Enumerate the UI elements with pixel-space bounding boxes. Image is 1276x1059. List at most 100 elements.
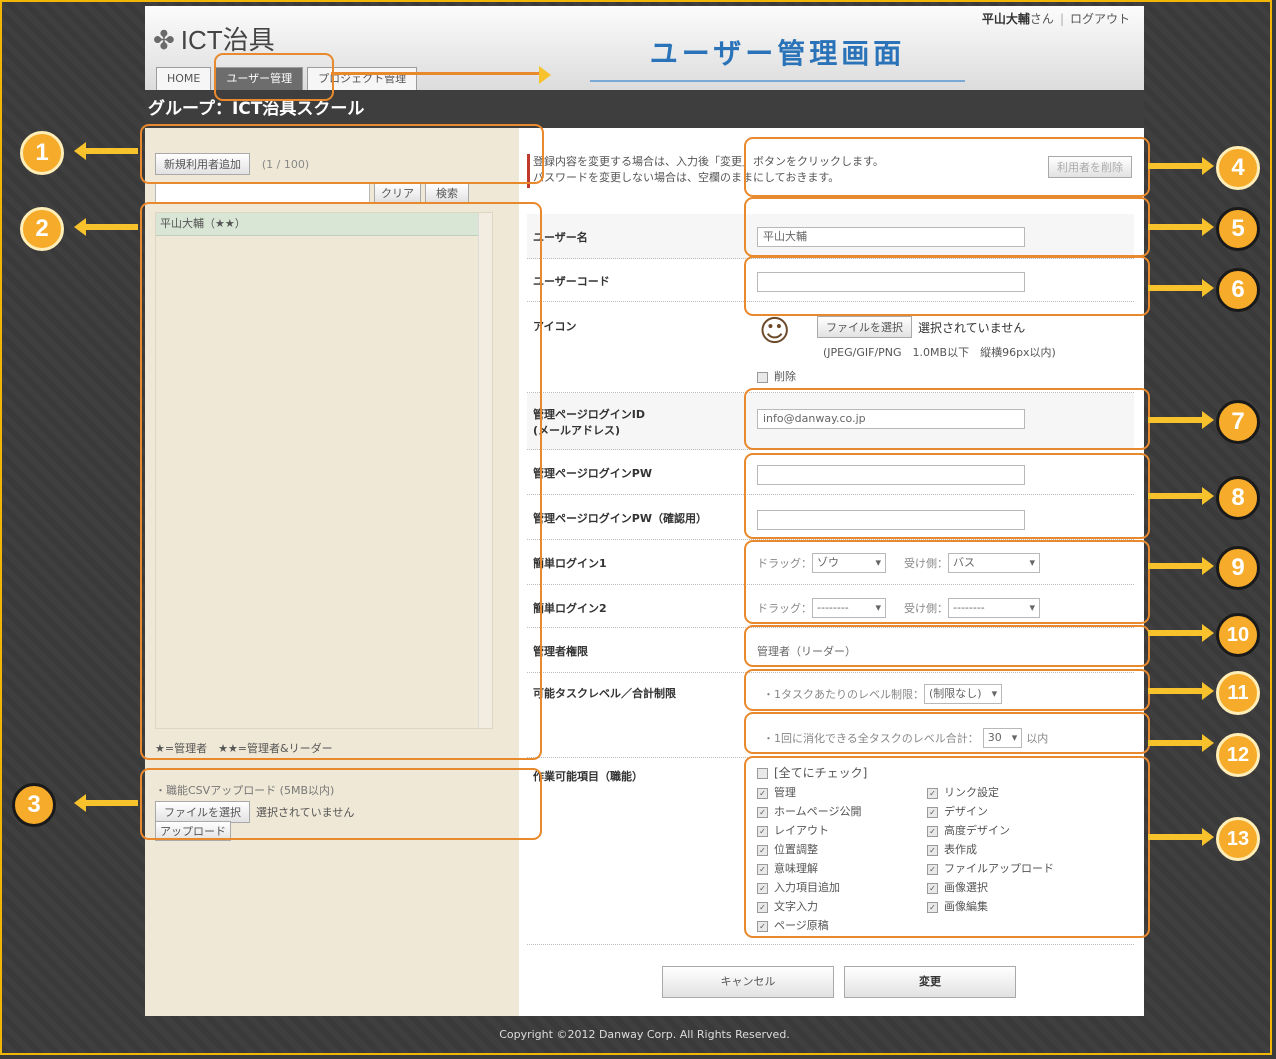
easy2-drag-select[interactable]: -------- ▾ — [812, 598, 886, 618]
footer-copyright: Copyright ©2012 Danway Corp. All Rights … — [499, 1028, 790, 1041]
permission-item[interactable]: ✓ 管理 — [757, 783, 927, 802]
username-input[interactable]: 平山大輔 — [757, 227, 1025, 247]
checkbox-checked-icon[interactable]: ✓ — [757, 863, 768, 875]
login-id-input[interactable]: info@danway.co.jp — [757, 409, 1025, 429]
marker-9: 9 — [1216, 546, 1260, 590]
marker-8: 8 — [1216, 476, 1260, 520]
chevron-down-icon: ▾ — [875, 601, 881, 614]
login-pw-row: 管理ページログインPW — [527, 450, 1134, 495]
add-user-button[interactable]: 新規利用者追加 — [155, 153, 250, 175]
checkbox-checked-icon[interactable]: ✓ — [927, 844, 938, 856]
chevron-down-icon: ▾ — [1011, 731, 1018, 744]
logout-link[interactable]: ログアウト — [1070, 12, 1130, 26]
user-links: 平山大輔さん | ログアウト — [981, 12, 1130, 26]
permission-item[interactable]: ✓ デザイン — [927, 802, 1054, 821]
marker-3: 3 — [12, 783, 56, 827]
permission-item[interactable]: ✓ ファイルアップロード — [927, 859, 1054, 878]
marker-7: 7 — [1216, 400, 1260, 444]
marker-11: 11 — [1216, 671, 1260, 715]
checkbox-checked-icon[interactable]: ✓ — [927, 863, 938, 875]
checkbox-checked-icon[interactable]: ✓ — [757, 882, 768, 894]
checkbox-checked-icon[interactable]: ✓ — [927, 806, 938, 818]
icon-file-status: 選択されていません — [918, 320, 1026, 335]
list-scrollbar[interactable] — [478, 213, 492, 728]
chevron-down-icon: ▾ — [1029, 601, 1035, 614]
admin-role-value: 管理者（リーダー） — [757, 645, 856, 658]
user-list: 平山大輔（★★） — [155, 212, 493, 729]
checkbox-checked-icon[interactable]: ✓ — [927, 787, 938, 799]
csv-upload-label: ・職能CSVアップロード (5MB以内) — [155, 784, 335, 797]
login-pw-confirm-row: 管理ページログインPW（確認用） — [527, 495, 1134, 540]
permission-item[interactable]: ✓ 入力項目追加 — [757, 878, 927, 897]
permission-item[interactable]: ✓ リンク設定 — [927, 783, 1054, 802]
marker-6: 6 — [1216, 268, 1260, 312]
check-all[interactable]: [全てにチェック] — [757, 764, 1054, 783]
easy2-receiver-select[interactable]: -------- ▾ — [948, 598, 1040, 618]
upload-button[interactable]: アップロード — [155, 821, 231, 841]
cancel-button[interactable]: キャンセル — [662, 966, 834, 998]
csv-file-button[interactable]: ファイルを選択 — [155, 801, 250, 823]
permission-item[interactable]: ✓ 文字入力 — [757, 897, 927, 916]
chevron-down-icon: ▾ — [1029, 556, 1035, 569]
group-title: グループ：ICT治具スクール — [145, 90, 1144, 128]
easy1-drag-select[interactable]: ゾウ ▾ — [812, 553, 886, 573]
admin-role-row: 管理者権限 管理者（リーダー） — [527, 628, 1134, 673]
permission-item[interactable]: ✓ 画像選択 — [927, 878, 1054, 897]
clear-button[interactable]: クリア — [374, 183, 421, 203]
permission-item[interactable]: ✓ 意味理解 — [757, 859, 927, 878]
usercode-input[interactable] — [757, 272, 1025, 292]
search-button[interactable]: 検索 — [425, 183, 469, 203]
permission-item[interactable]: ✓ 高度デザイン — [927, 821, 1054, 840]
checkbox-checked-icon[interactable]: ✓ — [927, 901, 938, 913]
permissions-row: 作業可能項目（職能） [全てにチェック] ✓ 管理 ✓ ホームページ公開 ✓ レイアウ… — [527, 758, 1134, 945]
logo[interactable]: ✤ ICT治具 — [153, 20, 275, 57]
easy-login1-row: 簡単ログイン1 ドラッグ： ゾウ ▾ 受け側： バス ▾ — [527, 540, 1134, 585]
permission-item[interactable]: ✓ レイアウト — [757, 821, 927, 840]
checkbox-checked-icon[interactable]: ✓ — [757, 844, 768, 856]
screen-title: ユーザー管理画面 — [590, 32, 965, 82]
role-legend: ★=管理者 ★★=管理者&リーダー — [155, 742, 333, 755]
icon-file-button[interactable]: ファイルを選択 — [817, 316, 912, 338]
user-list-item[interactable]: 平山大輔（★★） — [156, 213, 492, 236]
tab-project-management[interactable]: プロジェクト管理 — [307, 67, 418, 90]
tab-home[interactable]: HOME — [156, 67, 212, 90]
permission-item[interactable]: ✓ 表作成 — [927, 840, 1054, 859]
csv-file-status: 選択されていません — [256, 806, 355, 819]
icon-delete-label: 削除 — [774, 370, 796, 383]
permission-item[interactable]: ✓ 位置調整 — [757, 840, 927, 859]
task-total-select[interactable]: 30 ▾ — [982, 728, 1023, 748]
check-all-checkbox[interactable] — [757, 768, 768, 779]
marker-1: 1 — [20, 131, 64, 175]
main-tabs: HOME ユーザー管理 プロジェクト管理 — [156, 67, 418, 90]
icon-delete-checkbox[interactable] — [757, 371, 768, 383]
login-pw-input[interactable] — [757, 465, 1025, 485]
checkbox-checked-icon[interactable]: ✓ — [757, 920, 768, 932]
checkbox-checked-icon[interactable]: ✓ — [757, 806, 768, 818]
submit-button[interactable]: 変更 — [844, 966, 1016, 998]
marker-13: 13 — [1216, 817, 1260, 861]
permissions-left-column: ✓ 管理 ✓ ホームページ公開 ✓ レイアウト ✓ 位置調整 ✓ 意味理解 ✓ 入力項目追加… — [757, 783, 927, 935]
tab-user-management[interactable]: ユーザー管理 — [215, 67, 304, 90]
permission-item[interactable]: ✓ ホームページ公開 — [757, 802, 927, 821]
checkbox-checked-icon[interactable]: ✓ — [757, 901, 768, 913]
icon-row: アイコン ☺ ファイルを選択 選択されていません (JPEG/GIF/PNG 1… — [527, 302, 1134, 393]
permission-item[interactable]: ✓ 画像編集 — [927, 897, 1054, 916]
checkbox-checked-icon[interactable]: ✓ — [927, 825, 938, 837]
task-level-limit-select[interactable]: (制限なし) ▾ — [924, 684, 1003, 704]
username-row: ユーザー名 平山大輔 — [527, 214, 1134, 259]
chevron-down-icon: ▾ — [991, 687, 998, 700]
app-window: ✤ ICT治具 平山大輔さん | ログアウト ユーザー管理画面 HOME ユーザー管理… — [145, 6, 1144, 1054]
login-pw-confirm-input[interactable] — [757, 510, 1025, 530]
checkbox-checked-icon[interactable]: ✓ — [757, 787, 768, 799]
checkbox-checked-icon[interactable]: ✓ — [927, 882, 938, 894]
checkbox-checked-icon[interactable]: ✓ — [757, 825, 768, 837]
chevron-down-icon: ▾ — [875, 556, 881, 569]
user-search-input[interactable] — [155, 183, 370, 203]
marker-5: 5 — [1216, 207, 1260, 251]
easy1-receiver-select[interactable]: バス ▾ — [948, 553, 1040, 573]
permissions-right-column: ✓ リンク設定 ✓ デザイン ✓ 高度デザイン ✓ 表作成 ✓ ファイルアップロード ✓ 画… — [927, 783, 1054, 935]
delete-user-button[interactable]: 利用者を削除 — [1048, 156, 1132, 178]
clover-logo-icon: ✤ — [153, 25, 175, 55]
marker-4: 4 — [1216, 146, 1260, 190]
permission-item[interactable]: ✓ ページ原稿 — [757, 916, 927, 935]
